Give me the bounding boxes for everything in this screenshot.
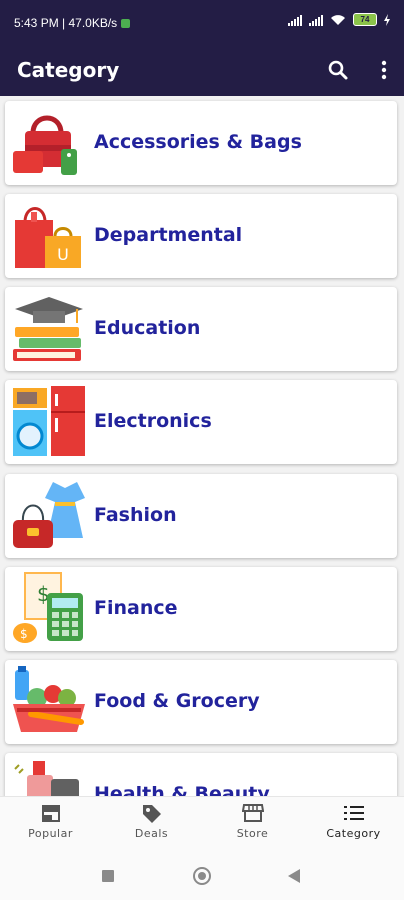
home-icon[interactable] [193,867,211,885]
category-item-education[interactable]: Education [5,287,397,371]
status-bar: 5:43 PM | 47.0KB/s 74 [0,0,404,46]
signal-icon [288,14,302,26]
system-navigation [0,852,404,900]
calculator-money-icon: $ $ [13,572,83,643]
tag-icon [142,805,161,823]
handbag-icon [13,115,77,175]
page-title: Category [17,58,120,82]
nav-label: Category [326,827,381,840]
charging-icon [384,13,390,26]
category-item-departmental[interactable]: U Departmental [5,194,397,278]
battery-icon: 74 [353,13,377,26]
bottom-navigation: Popular Deals Store Category [0,796,404,853]
nav-deals[interactable]: Deals [101,803,202,840]
category-item-health-beauty[interactable]: Health & Beauty [5,753,397,796]
nav-category[interactable]: Category [303,803,404,840]
status-icons: 74 [288,13,390,26]
category-label: Fashion [94,504,177,526]
nav-store[interactable]: Store [202,803,303,840]
category-label: Accessories & Bags [94,131,302,153]
category-label: Health & Beauty [94,783,270,796]
signal-icon-2 [309,14,323,26]
graduation-books-icon [13,297,83,361]
back-icon[interactable] [288,869,300,883]
svg-text:U: U [57,245,69,264]
appliances-icon [13,386,85,456]
more-options-icon[interactable] [376,58,392,82]
category-list[interactable]: Accessories & Bags U Departmental Educat… [0,96,404,796]
status-time: 5:43 PM | 47.0KB/s [14,16,131,30]
beauty-products-icon [14,761,79,796]
nav-label: Store [236,827,269,840]
category-label: Finance [94,597,178,619]
category-label: Food & Grocery [94,690,260,712]
category-item-food-grocery[interactable]: Food & Grocery [5,660,397,744]
list-icon [343,806,364,820]
search-icon[interactable] [326,58,350,82]
app-bar: Category [0,46,404,96]
store-icon [241,804,264,822]
category-item-finance[interactable]: $ $ Finance [5,567,397,651]
svg-text:$: $ [20,627,28,641]
dress-purse-icon [13,482,85,548]
category-item-accessories-bags[interactable]: Accessories & Bags [5,101,397,185]
storefront-icon [41,805,60,822]
nav-label: Deals [134,827,169,840]
category-label: Electronics [94,410,212,432]
category-label: Education [94,317,201,339]
shopping-bags-icon: U [15,207,81,268]
nav-popular[interactable]: Popular [0,803,101,840]
category-label: Departmental [94,224,243,246]
category-item-electronics[interactable]: Electronics [5,380,397,464]
nav-label: Popular [28,827,73,840]
category-item-fashion[interactable]: Fashion [5,474,397,558]
notification-icon [121,19,131,28]
recents-icon[interactable] [102,870,114,882]
grocery-basket-icon [13,666,85,732]
wifi-icon [331,14,345,25]
